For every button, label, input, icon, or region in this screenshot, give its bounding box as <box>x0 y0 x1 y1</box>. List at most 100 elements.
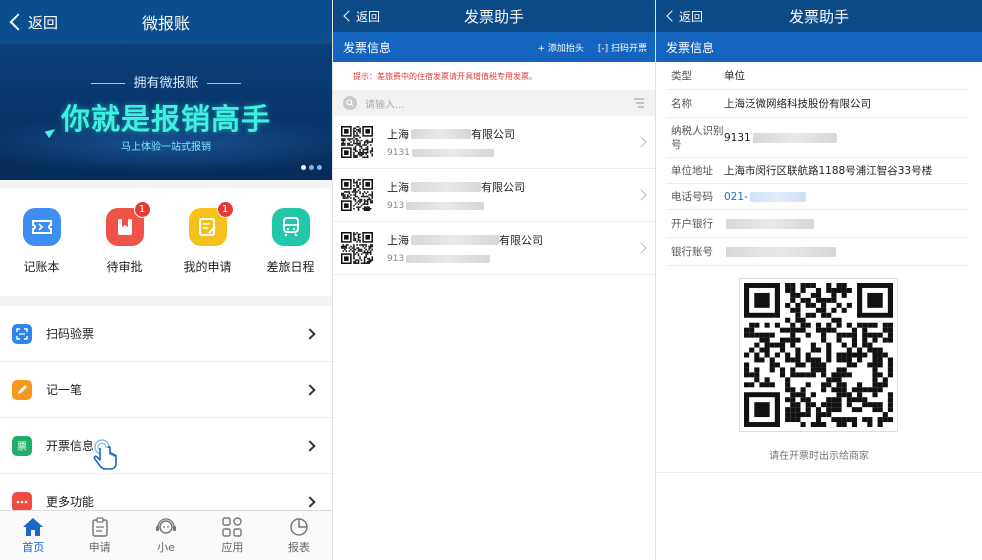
search-bar[interactable]: 请输入... <box>333 90 655 116</box>
page-title: 发票助手 <box>463 7 524 26</box>
scan-invoice-button[interactable]: [-] 扫码开票 <box>598 41 647 54</box>
menu-item-label: 更多功能 <box>46 495 95 509</box>
clipboard-icon <box>91 516 108 537</box>
chevron-right-icon <box>304 495 316 508</box>
field-value: 单位 <box>724 70 745 82</box>
top-nav-bar: 返回 发票助手 <box>333 0 655 32</box>
back-button[interactable]: 返回 <box>339 0 380 32</box>
menu-item-record[interactable]: 记一笔 <box>0 362 332 418</box>
menu-item-scan-verify[interactable]: 扫码验票 <box>0 306 332 362</box>
more-icon <box>12 491 32 512</box>
add-header-button[interactable]: + 添加抬头 <box>537 41 583 54</box>
section-header: 发票信息 + 添加抬头 [-] 扫码开票 <box>333 32 655 62</box>
quick-item-travel-schedule[interactable]: 差旅日程 <box>256 208 326 275</box>
chevron-right-icon <box>304 439 316 452</box>
field-label: 电话号码 <box>671 190 713 203</box>
notification-badge: 1 <box>133 201 151 218</box>
section-title: 发票信息 <box>343 40 392 55</box>
apps-grid-icon <box>222 516 243 537</box>
top-nav-bar: 返回 微报账 <box>0 0 332 44</box>
qr-code-icon <box>341 179 373 211</box>
chevron-right-icon <box>304 383 316 396</box>
top-nav-bar: 返回 发票助手 <box>656 0 982 32</box>
field-label: 纳税人识别号 <box>671 124 724 151</box>
field-row-bank: 开户银行 <box>666 210 968 238</box>
function-menu: 扫码验票 记一笔 票 开票信息 更多功能 <box>0 306 332 530</box>
banner-subtitle: 拥有微报账 <box>0 72 332 91</box>
menu-item-label: 开票信息 <box>46 439 95 453</box>
quick-item-pending-approval[interactable]: 1 待审批 <box>90 201 160 275</box>
page-title: 微报账 <box>141 14 190 33</box>
field-row-account: 银行账号 <box>666 238 968 266</box>
ticket-icon <box>22 208 61 246</box>
assistant-icon <box>156 517 177 534</box>
promo-banner[interactable]: 拥有微报账 你就是报销高手 马上体验一站式报销 <box>0 44 332 180</box>
back-label: 返回 <box>356 9 381 24</box>
menu-item-label: 扫码验票 <box>46 327 95 341</box>
menu-item-label: 记一笔 <box>46 383 83 397</box>
list-item[interactable]: 上海 有限公司 9131 <box>333 116 655 169</box>
chevron-right-icon <box>304 327 316 340</box>
invoice-qr-code <box>739 278 898 432</box>
list-item[interactable]: 上海 有限公司 913 <box>333 169 655 222</box>
carousel-dots[interactable] <box>301 165 322 170</box>
bookmark-icon: 1 <box>105 201 151 246</box>
pie-chart-icon <box>290 517 308 536</box>
section-header: 发票信息 <box>656 32 982 62</box>
phone-link[interactable]: 021- <box>724 191 968 203</box>
tab-assistant[interactable]: 小e <box>133 511 199 560</box>
quick-item-my-requests[interactable]: 1 我的申请 <box>173 201 243 275</box>
back-chevron-icon <box>9 13 27 31</box>
field-row-name: 名称 上海泛微网络科技股份有限公司 <box>666 90 968 118</box>
quick-item-ledger[interactable]: 记账本 <box>7 208 77 275</box>
field-value <box>724 246 968 257</box>
pointing-hand-icon <box>92 438 122 476</box>
field-row-type: 类型 单位 <box>666 62 968 90</box>
field-label: 银行账号 <box>671 245 713 258</box>
banner-headline: 你就是报销高手 <box>60 102 271 136</box>
tip-message: 提示：差旅费中的住宿发票请开具增值税专用发票。 <box>333 62 655 90</box>
filter-icon[interactable] <box>633 98 645 108</box>
tab-label: 申请 <box>88 540 111 554</box>
tab-label: 报表 <box>287 540 310 554</box>
invoice-title-list: 上海 有限公司 9131 上海 有限公司 913 上海 有限公司 913 <box>333 116 655 275</box>
pencil-icon <box>12 379 32 400</box>
search-icon <box>343 96 357 110</box>
edit-document-icon: 1 <box>188 201 234 246</box>
back-chevron-icon <box>343 10 355 22</box>
field-value <box>724 218 968 229</box>
back-label: 返回 <box>28 13 59 32</box>
back-button[interactable]: 返回 <box>6 0 58 44</box>
notification-badge: 1 <box>216 201 234 218</box>
tab-home[interactable]: 首页 <box>0 511 66 560</box>
invoice-assistant-list-screen: 返回 发票助手 发票信息 + 添加抬头 [-] 扫码开票 提示：差旅费中的住宿发… <box>333 0 655 560</box>
page-title: 发票助手 <box>788 7 849 26</box>
field-row-phone: 电话号码 021- <box>666 184 968 210</box>
invoice-icon: 票 <box>12 435 32 456</box>
menu-item-invoice-info[interactable]: 票 开票信息 <box>0 418 332 474</box>
back-button[interactable]: 返回 <box>662 0 703 32</box>
quick-item-label: 我的申请 <box>183 260 232 274</box>
home-icon <box>23 517 44 536</box>
bottom-tab-bar: 首页 申请 小e 应用 报表 <box>0 510 332 560</box>
chevron-right-icon <box>635 189 647 201</box>
field-row-address: 单位地址 上海市闵行区联航路1188号浦江智谷33号楼 <box>666 158 968 184</box>
field-label: 名称 <box>671 97 692 110</box>
field-row-tax-id: 纳税人识别号 9131 <box>666 118 968 158</box>
back-chevron-icon <box>666 10 678 22</box>
tab-apps[interactable]: 应用 <box>199 511 265 560</box>
back-label: 返回 <box>679 9 704 24</box>
field-label: 开户银行 <box>671 217 713 230</box>
invoice-detail-fields: 类型 单位 名称 上海泛微网络科技股份有限公司 纳税人识别号 9131 单位地址… <box>656 62 982 266</box>
tab-reports[interactable]: 报表 <box>266 511 332 560</box>
field-value: 上海泛微网络科技股份有限公司 <box>724 98 871 110</box>
quick-actions: 记账本 1 待审批 1 我的申请 差旅日程 <box>0 188 332 296</box>
list-item[interactable]: 上海 有限公司 913 <box>333 222 655 275</box>
qr-code-icon <box>744 283 893 427</box>
tab-apply[interactable]: 申请 <box>66 511 132 560</box>
qr-caption: 请在开票时出示给商家 <box>769 451 869 462</box>
section-title: 发票信息 <box>666 40 715 55</box>
invoice-detail-screen: 返回 发票助手 发票信息 类型 单位 名称 上海泛微网络科技股份有限公司 纳税人… <box>656 0 982 560</box>
qr-code-icon <box>341 126 373 158</box>
search-input[interactable]: 请输入... <box>365 96 633 111</box>
